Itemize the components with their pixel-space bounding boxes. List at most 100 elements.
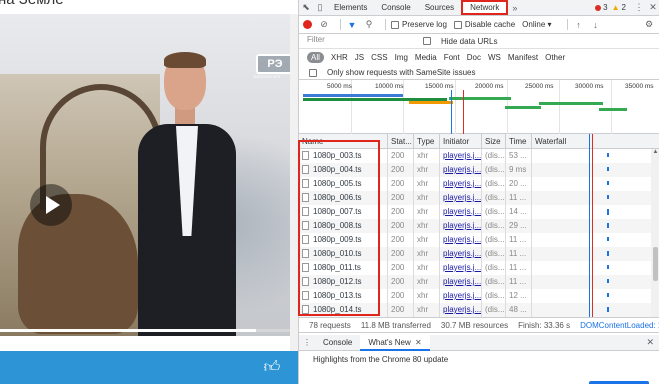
cell-type-text: xhr bbox=[417, 193, 429, 202]
drawer-tab-whats-new[interactable]: What's New ✕ bbox=[360, 334, 430, 351]
disable-cache-checkbox[interactable]: Disable cache bbox=[453, 20, 515, 29]
cell-initiator[interactable]: playerjs.j... bbox=[439, 219, 481, 233]
cell-initiator[interactable]: playerjs.j... bbox=[439, 191, 481, 205]
preserve-log-checkbox[interactable]: Preserve log bbox=[391, 20, 447, 29]
table-row[interactable]: 1080p_007.ts 200 xhr playerjs.j... (dis... 14… bbox=[299, 205, 659, 219]
cell-initiator[interactable]: playerjs.j... bbox=[439, 163, 481, 177]
device-toolbar-icon[interactable]: ▯ bbox=[313, 1, 327, 15]
column-header-type[interactable]: Type bbox=[413, 134, 439, 149]
table-row[interactable]: 1080p_008.ts 200 xhr playerjs.j... (dis... 29… bbox=[299, 219, 659, 233]
overview-bar bbox=[599, 108, 627, 111]
table-row[interactable]: 1080p_011.ts 200 xhr playerjs.j... (dis... 11… bbox=[299, 261, 659, 275]
table-row[interactable]: 1080p_012.ts 200 xhr playerjs.j... (dis... 11… bbox=[299, 275, 659, 289]
column-header-name[interactable]: Name bbox=[299, 134, 387, 149]
cell-initiator[interactable]: playerjs.j... bbox=[439, 233, 481, 247]
type-filter-img[interactable]: Img bbox=[395, 53, 408, 62]
type-filter-font[interactable]: Font bbox=[444, 53, 460, 62]
cell-initiator[interactable]: playerjs.j... bbox=[439, 261, 481, 275]
cell-time: 48 ... bbox=[505, 303, 531, 317]
settings-gear-icon[interactable]: ⚙ bbox=[643, 19, 655, 31]
cell-initiator[interactable]: playerjs.j... bbox=[439, 289, 481, 303]
thumbs-up-icon[interactable]: 👍︎ bbox=[258, 358, 286, 378]
waterfall-bar bbox=[607, 307, 609, 312]
cell-name: 1080p_005.ts bbox=[299, 177, 387, 191]
play-button[interactable] bbox=[30, 184, 72, 226]
type-filter-ws[interactable]: WS bbox=[488, 53, 501, 62]
column-header-initiator[interactable]: Initiator bbox=[439, 134, 481, 149]
issue-counts[interactable]: 3 ▲ 2 bbox=[595, 3, 626, 12]
tab-network[interactable]: Network bbox=[461, 0, 509, 15]
cell-size-text: (dis... bbox=[485, 179, 505, 188]
column-header-size[interactable]: Size bbox=[481, 134, 505, 149]
cell-initiator[interactable]: playerjs.j... bbox=[439, 247, 481, 261]
cell-name-text: 1080p_004.ts bbox=[313, 165, 362, 174]
cell-time: 11 ... bbox=[505, 275, 531, 289]
close-tab-icon[interactable]: ✕ bbox=[415, 338, 422, 347]
cell-initiator[interactable]: playerjs.j... bbox=[439, 177, 481, 191]
clear-icon[interactable]: ⊘ bbox=[318, 19, 330, 31]
page-scrollbar[interactable] bbox=[290, 14, 298, 351]
tab-elements[interactable]: Elements bbox=[327, 0, 374, 16]
inspect-element-icon[interactable]: ⬉ bbox=[299, 1, 313, 15]
cell-size: (dis... bbox=[481, 205, 505, 219]
samesite-checkbox[interactable]: Only show requests with SameSite issues bbox=[299, 66, 659, 80]
table-row[interactable]: 1080p_010.ts 200 xhr playerjs.j... (dis... 11… bbox=[299, 247, 659, 261]
column-header-time[interactable]: Time bbox=[505, 134, 531, 149]
throttling-select[interactable]: Online ▾ bbox=[522, 20, 551, 29]
cell-initiator[interactable]: playerjs.j... bbox=[439, 149, 481, 163]
filter-input[interactable]: Filter bbox=[305, 35, 417, 47]
scroll-up-arrow-icon[interactable]: ▲ bbox=[651, 149, 659, 158]
drawer-menu-icon[interactable]: ⋮ bbox=[299, 338, 315, 347]
kebab-menu-icon[interactable]: ⋮ bbox=[632, 2, 646, 13]
table-row[interactable]: 1080p_005.ts 200 xhr playerjs.j... (dis... 20… bbox=[299, 177, 659, 191]
table-scrollbar-thumb[interactable] bbox=[653, 247, 658, 281]
drawer-tab-console[interactable]: Console bbox=[315, 335, 360, 351]
record-icon[interactable] bbox=[303, 20, 312, 29]
search-icon[interactable]: ⚲ bbox=[363, 19, 375, 31]
table-header: Name Stat... Type Initiator Size Time Wa… bbox=[299, 134, 659, 149]
close-drawer-icon[interactable]: ✕ bbox=[646, 337, 654, 348]
table-row[interactable]: 1080p_006.ts 200 xhr playerjs.j... (dis... 11… bbox=[299, 191, 659, 205]
type-filter-media[interactable]: Media bbox=[415, 53, 437, 62]
table-row[interactable]: 1080p_009.ts 200 xhr playerjs.j... (dis... 11… bbox=[299, 233, 659, 247]
more-tabs-button[interactable]: » bbox=[508, 3, 521, 13]
cell-initiator[interactable]: playerjs.j... bbox=[439, 205, 481, 219]
table-row[interactable]: 1080p_004.ts 200 xhr playerjs.j... (dis... 9 … bbox=[299, 163, 659, 177]
hide-data-urls-checkbox[interactable]: Hide data URLs bbox=[423, 37, 497, 46]
cell-status-text: 200 bbox=[391, 277, 405, 286]
type-filter-other[interactable]: Other bbox=[545, 53, 565, 62]
table-scrollbar[interactable] bbox=[651, 149, 659, 317]
cell-name: 1080p_004.ts bbox=[299, 163, 387, 177]
close-devtools-icon[interactable]: ✕ bbox=[646, 2, 659, 13]
cell-waterfall bbox=[531, 261, 651, 275]
type-filter-css[interactable]: CSS bbox=[371, 53, 387, 62]
file-icon bbox=[302, 305, 309, 314]
cell-initiator[interactable]: playerjs.j... bbox=[439, 303, 481, 317]
video-player[interactable]: РЭ БИОЛОГИЯ bbox=[0, 14, 298, 336]
video-progress[interactable] bbox=[0, 329, 298, 332]
type-filter-xhr[interactable]: XHR bbox=[331, 53, 348, 62]
table-row[interactable]: 1080p_003.ts 200 xhr playerjs.j... (dis... 53… bbox=[299, 149, 659, 163]
column-header-status[interactable]: Stat... bbox=[387, 134, 413, 149]
column-header-waterfall[interactable]: Waterfall bbox=[531, 134, 651, 149]
type-filter-js[interactable]: JS bbox=[355, 53, 364, 62]
filter-icon[interactable]: ▼ bbox=[346, 19, 358, 31]
type-filter-all[interactable]: All bbox=[307, 52, 324, 63]
cell-time: 11 ... bbox=[505, 233, 531, 247]
table-row[interactable]: 1080p_013.ts 200 xhr playerjs.j... (dis... 12… bbox=[299, 289, 659, 303]
import-har-icon[interactable]: ↑ bbox=[573, 19, 585, 31]
tab-sources[interactable]: Sources bbox=[418, 0, 461, 16]
cell-initiator[interactable]: playerjs.j... bbox=[439, 275, 481, 289]
page-bottom-bar bbox=[0, 351, 298, 384]
network-request-table: Name Stat... Type Initiator Size Time Wa… bbox=[299, 134, 659, 317]
network-overview-timeline[interactable]: 5000 ms 10000 ms 15000 ms 20000 ms 25000… bbox=[299, 80, 659, 134]
type-filter-doc[interactable]: Doc bbox=[467, 53, 481, 62]
type-filter-manifest[interactable]: Manifest bbox=[508, 53, 538, 62]
export-har-icon[interactable]: ↓ bbox=[590, 19, 602, 31]
cell-type: xhr bbox=[413, 205, 439, 219]
table-row[interactable]: 1080p_014.ts 200 xhr playerjs.j... (dis... 48… bbox=[299, 303, 659, 317]
cell-status: 200 bbox=[387, 205, 413, 219]
overview-tick-label: 20000 ms bbox=[475, 83, 504, 90]
tab-console[interactable]: Console bbox=[374, 0, 417, 16]
cell-type-text: xhr bbox=[417, 165, 429, 174]
